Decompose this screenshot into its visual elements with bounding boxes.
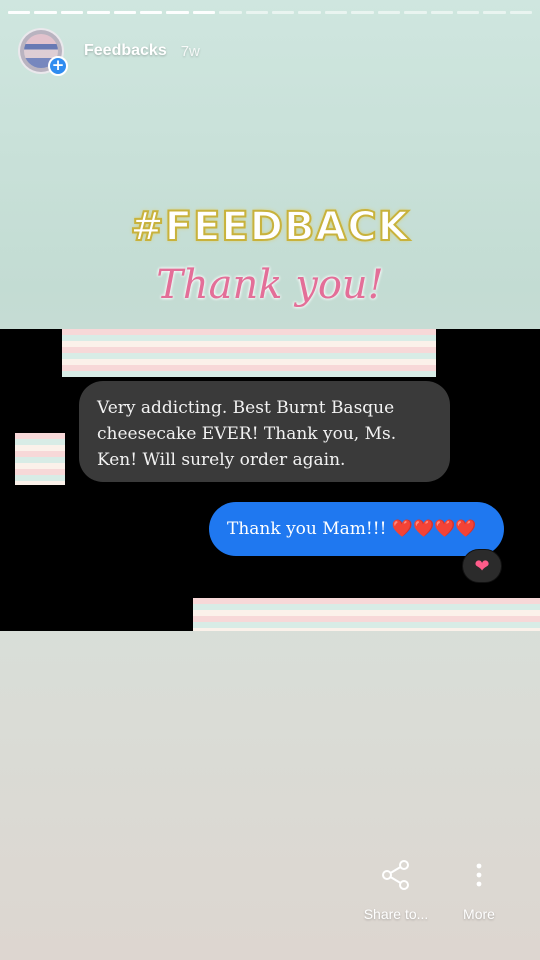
- progress-segment: [113, 11, 137, 14]
- progress-segment: [8, 11, 31, 14]
- thank-you-title: Thank you!: [156, 262, 384, 308]
- more-vertical-icon: [476, 863, 482, 887]
- outgoing-message-bubble: Thank you Mam!!! ❤️❤️❤️❤️: [209, 502, 504, 556]
- progress-segment: [509, 11, 533, 14]
- progress-segment: [377, 11, 401, 14]
- progress-segment: [430, 11, 453, 14]
- timestamp: 7w: [180, 42, 200, 60]
- story-progress-bar: [8, 11, 533, 14]
- progress-segment: [140, 11, 163, 14]
- username[interactable]: Feedbacks: [84, 42, 167, 60]
- progress-segment: [192, 11, 216, 14]
- avatar[interactable]: +: [18, 28, 68, 76]
- progress-segment: [166, 11, 189, 14]
- progress-segment: [404, 11, 427, 14]
- progress-segment: [245, 11, 269, 14]
- decorative-strip: [15, 433, 65, 485]
- progress-segment: [324, 11, 348, 14]
- decorative-strip: [62, 329, 436, 377]
- share-button[interactable]: Share to...: [351, 858, 441, 922]
- heart-reaction-icon: ❤: [462, 549, 502, 583]
- share-icon: [382, 860, 409, 890]
- progress-segment: [219, 11, 242, 14]
- progress-segment: [298, 11, 321, 14]
- progress-segment: [60, 11, 84, 14]
- progress-segment: [456, 11, 480, 14]
- more-label: More: [463, 906, 495, 922]
- progress-segment: [351, 11, 374, 14]
- progress-segment: [87, 11, 110, 14]
- progress-segment: [272, 11, 295, 14]
- story-header: + Feedbacks 7w: [18, 28, 200, 76]
- progress-segment: [34, 11, 57, 14]
- incoming-message-bubble: Very addicting. Best Burnt Basque cheese…: [79, 381, 450, 482]
- decorative-strip: [193, 598, 540, 631]
- feedback-hashtag-title: #FEEDBACK: [129, 203, 410, 251]
- share-label: Share to...: [363, 906, 429, 922]
- more-button[interactable]: More: [434, 858, 524, 922]
- progress-segment: [483, 11, 506, 14]
- add-icon[interactable]: +: [48, 56, 68, 76]
